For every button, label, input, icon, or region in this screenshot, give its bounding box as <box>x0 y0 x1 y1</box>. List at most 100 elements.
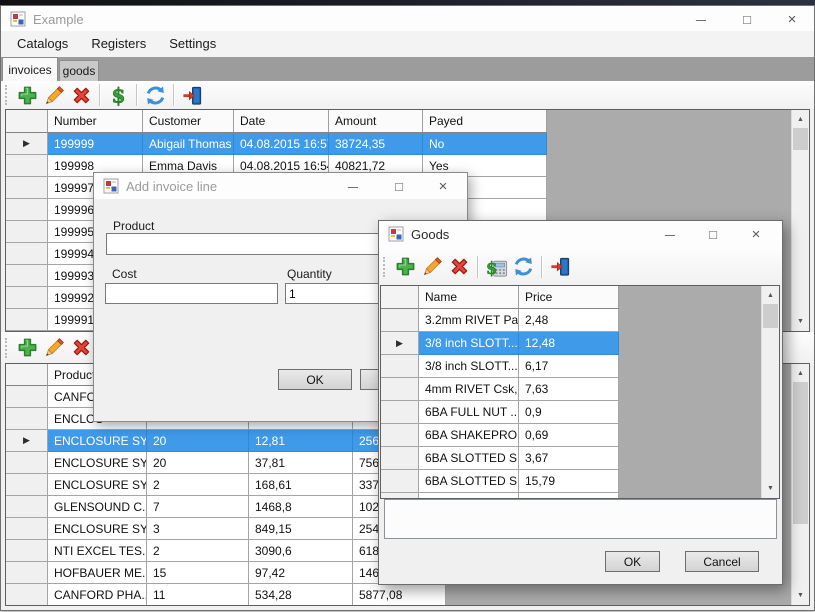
grid-cell[interactable]: 5877,08 <box>353 584 446 606</box>
payment-button[interactable] <box>105 82 132 108</box>
menu-item-registers[interactable]: Registers <box>81 31 156 57</box>
row-selector[interactable] <box>6 155 48 177</box>
grid-cell[interactable]: GLENSOUND C... <box>48 496 147 518</box>
grid-cell[interactable]: 0,69 <box>519 424 619 447</box>
grid-cell[interactable]: 15,79 <box>519 470 619 493</box>
maximize-button[interactable]: □ <box>384 176 414 196</box>
row-selector[interactable] <box>381 401 419 424</box>
column-header[interactable]: Payed <box>423 110 547 133</box>
row-selector[interactable] <box>381 470 419 493</box>
grid-cell[interactable]: 6,17 <box>519 355 619 378</box>
scroll-down-button[interactable]: ▼ <box>792 313 809 330</box>
grid-cell[interactable]: ENCLOSURE SY... <box>48 452 147 474</box>
vertical-scrollbar[interactable]: ▲ ▼ <box>761 286 779 498</box>
grid-cell[interactable]: 6BA SHAKEPRO... <box>419 424 519 447</box>
grid-cell[interactable]: 3090,6 <box>249 540 353 562</box>
row-selector[interactable] <box>6 496 48 518</box>
close-button[interactable]: × <box>741 224 771 244</box>
ok-button[interactable]: OK <box>278 369 352 390</box>
grid-cell[interactable]: 3,67 <box>519 447 619 470</box>
grid-cell[interactable]: 3 <box>147 518 249 540</box>
close-button[interactable]: × <box>428 176 458 196</box>
grid-row[interactable]: ▶199999Abigail Thomas04.08.2015 16:57387… <box>6 133 809 155</box>
row-selector[interactable] <box>6 584 48 606</box>
grid-cell[interactable]: 6BA SLOTTED S... <box>419 447 519 470</box>
grid-cell[interactable]: 7,63 <box>519 378 619 401</box>
grid-cell[interactable]: 199999 <box>48 133 143 155</box>
column-header[interactable]: Number <box>48 110 143 133</box>
row-selector[interactable] <box>6 452 48 474</box>
grid-cell[interactable]: No <box>423 133 547 155</box>
scroll-down-button[interactable]: ▼ <box>792 587 809 604</box>
row-selector[interactable] <box>6 177 48 199</box>
grid-cell[interactable]: NTI EXCEL TES... <box>48 540 147 562</box>
column-header[interactable]: Amount <box>329 110 423 133</box>
minimize-button[interactable]: – <box>649 224 691 244</box>
scroll-up-button[interactable]: ▲ <box>792 365 809 382</box>
grid-cell[interactable]: 15 <box>147 562 249 584</box>
add-button[interactable] <box>392 254 419 280</box>
grid-row[interactable]: 6BA FULL NUT ...0,9 <box>381 401 779 424</box>
edit-button[interactable] <box>419 254 446 280</box>
grid-cell[interactable]: 20 <box>147 430 249 452</box>
grid-row[interactable]: 6BA SLOTTED S...15,79 <box>381 470 779 493</box>
row-selector[interactable] <box>6 199 48 221</box>
scroll-up-button[interactable]: ▲ <box>762 287 779 304</box>
grid-cell[interactable]: 3.2mm RIVET Pa... <box>419 309 519 332</box>
select-all-header[interactable] <box>381 286 419 309</box>
grid-row[interactable]: ▶3/8 inch SLOTT...12,48 <box>381 332 779 355</box>
row-selector[interactable]: ▶ <box>381 332 419 355</box>
grid-cell[interactable]: 2,48 <box>519 309 619 332</box>
row-selector[interactable] <box>6 408 48 430</box>
select-all-header[interactable] <box>6 364 48 386</box>
grid-row[interactable]: CANFORD PHA...11534,285877,08 <box>6 584 809 606</box>
row-selector[interactable] <box>6 309 48 331</box>
grid-cell[interactable]: 6BA FULL NUT ... <box>419 401 519 424</box>
vertical-scrollbar[interactable]: ▲ ▼ <box>791 110 809 331</box>
tab-invoices[interactable]: invoices <box>2 57 58 81</box>
grid-cell[interactable]: 6BA SLOTTED S... <box>419 470 519 493</box>
grid-cell[interactable]: CANFORD PHA... <box>48 584 147 606</box>
ok-button[interactable]: OK <box>605 551 660 572</box>
scroll-thumb[interactable] <box>793 128 808 150</box>
grid-row[interactable]: 6BA SHAKEPRO...0,69 <box>381 424 779 447</box>
exit-button[interactable] <box>179 82 206 108</box>
minimize-button[interactable]: – <box>680 9 722 29</box>
maximize-button[interactable]: □ <box>732 9 762 29</box>
row-selector[interactable] <box>6 265 48 287</box>
row-selector[interactable] <box>6 562 48 584</box>
grid-cell[interactable]: 97,42 <box>249 562 353 584</box>
grid-cell[interactable]: 20 <box>147 452 249 474</box>
row-selector[interactable]: ▶ <box>6 430 48 452</box>
row-selector[interactable] <box>381 424 419 447</box>
grid-cell[interactable]: 12,48 <box>519 332 619 355</box>
toolbar-grip[interactable] <box>5 85 7 105</box>
grid-cell[interactable]: 849,15 <box>249 518 353 540</box>
toolbar-grip[interactable] <box>383 257 385 277</box>
delete-line-button[interactable] <box>68 335 95 361</box>
edit-button[interactable] <box>41 82 68 108</box>
grid-cell[interactable]: 534,28 <box>249 584 353 606</box>
row-selector[interactable] <box>381 309 419 332</box>
column-header[interactable]: Date <box>234 110 329 133</box>
grid-cell[interactable]: 12,81 <box>249 430 353 452</box>
refresh-button[interactable] <box>510 254 537 280</box>
grid-row[interactable]: 3/8 inch SLOTT...6,17 <box>381 355 779 378</box>
grid-row[interactable]: 4mm RIVET Csk,...7,63 <box>381 378 779 401</box>
grid-cell[interactable]: HOFBAUER ME... <box>48 562 147 584</box>
row-selector[interactable] <box>6 386 48 408</box>
grid-cell[interactable]: 3/8 inch SLOTT... <box>419 332 519 355</box>
grid-cell[interactable]: 2 <box>147 474 249 496</box>
grid-cell[interactable]: 2 <box>147 540 249 562</box>
column-header[interactable]: Price <box>519 286 619 309</box>
add-button[interactable] <box>14 82 41 108</box>
grid-cell[interactable]: 168,61 <box>249 474 353 496</box>
cancel-button[interactable]: Cancel <box>685 551 759 572</box>
row-selector[interactable] <box>6 474 48 496</box>
column-header[interactable]: Customer <box>143 110 234 133</box>
grid-cell[interactable]: ENCLOSURE SY... <box>48 518 147 540</box>
grid-cell[interactable]: Abigail Thomas <box>143 133 234 155</box>
scroll-thumb[interactable] <box>793 382 808 524</box>
scroll-down-button[interactable]: ▼ <box>762 480 779 497</box>
row-selector[interactable]: ▶ <box>6 133 48 155</box>
